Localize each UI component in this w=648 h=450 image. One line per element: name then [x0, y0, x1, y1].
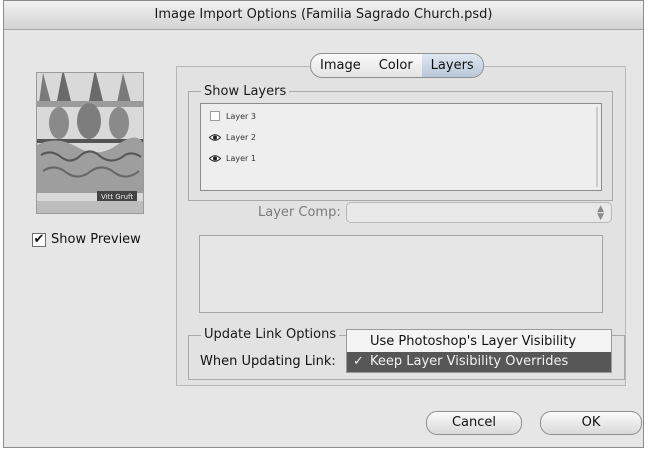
updown-arrows-icon: ▲ ▼ [597, 204, 604, 222]
layers-list-scrollbar[interactable] [596, 107, 598, 187]
church-facade-image: Vitt Gruft [37, 73, 143, 213]
layers-list: Layer 3 Layer 2 Layer 1 [200, 103, 602, 191]
show-preview-label: Show Preview [51, 232, 141, 247]
layer-row[interactable]: Layer 1 [201, 148, 601, 168]
menu-item-label: Keep Layer Visibility Overrides [370, 354, 569, 369]
eye-icon [209, 154, 221, 162]
layer-visibility-toggle[interactable] [209, 153, 221, 163]
layer-name: Layer 3 [226, 111, 256, 121]
layer-visibility-toggle[interactable] [209, 132, 221, 142]
show-preview-checkbox-row[interactable]: ✔ Show Preview [32, 232, 141, 247]
show-layers-label: Show Layers [201, 84, 290, 99]
cancel-button[interactable]: Cancel [426, 411, 522, 435]
tab-layers[interactable]: Layers [421, 54, 483, 77]
layer-comp-select[interactable]: ▲ ▼ [346, 202, 612, 223]
layer-name: Layer 2 [226, 132, 256, 142]
preview-thumbnail: Vitt Gruft [36, 72, 144, 214]
layer-comp-comment-box [199, 235, 603, 313]
update-link-popup-menu[interactable]: Use Photoshop's Layer Visibility ✓ Keep … [346, 329, 612, 373]
layer-row[interactable]: Layer 3 [201, 106, 601, 126]
menu-item-keep-visibility-overrides[interactable]: ✓ Keep Layer Visibility Overrides [347, 352, 611, 372]
menu-item-use-photoshop-visibility[interactable]: Use Photoshop's Layer Visibility [347, 332, 611, 352]
ok-button[interactable]: OK [540, 411, 642, 435]
empty-checkbox-icon [210, 111, 220, 121]
checkmark-icon: ✓ [353, 354, 364, 369]
thumbnail-caption: Vitt Gruft [101, 193, 133, 201]
update-link-options-label: Update Link Options [201, 327, 340, 342]
layer-row[interactable]: Layer 2 [201, 127, 601, 147]
tab-color[interactable]: Color [370, 54, 422, 77]
tab-bar: Image Color Layers [310, 53, 484, 78]
dialog-title: Image Import Options (Familia Sagrado Ch… [4, 1, 643, 30]
layer-comp-label: Layer Comp: [258, 205, 341, 220]
eye-icon [209, 133, 221, 141]
tab-image[interactable]: Image [311, 54, 370, 77]
when-updating-link-label: When Updating Link: [200, 354, 336, 369]
layer-name: Layer 1 [226, 153, 256, 163]
layer-visibility-toggle[interactable] [209, 111, 221, 121]
show-preview-checkbox[interactable]: ✔ [32, 232, 46, 247]
